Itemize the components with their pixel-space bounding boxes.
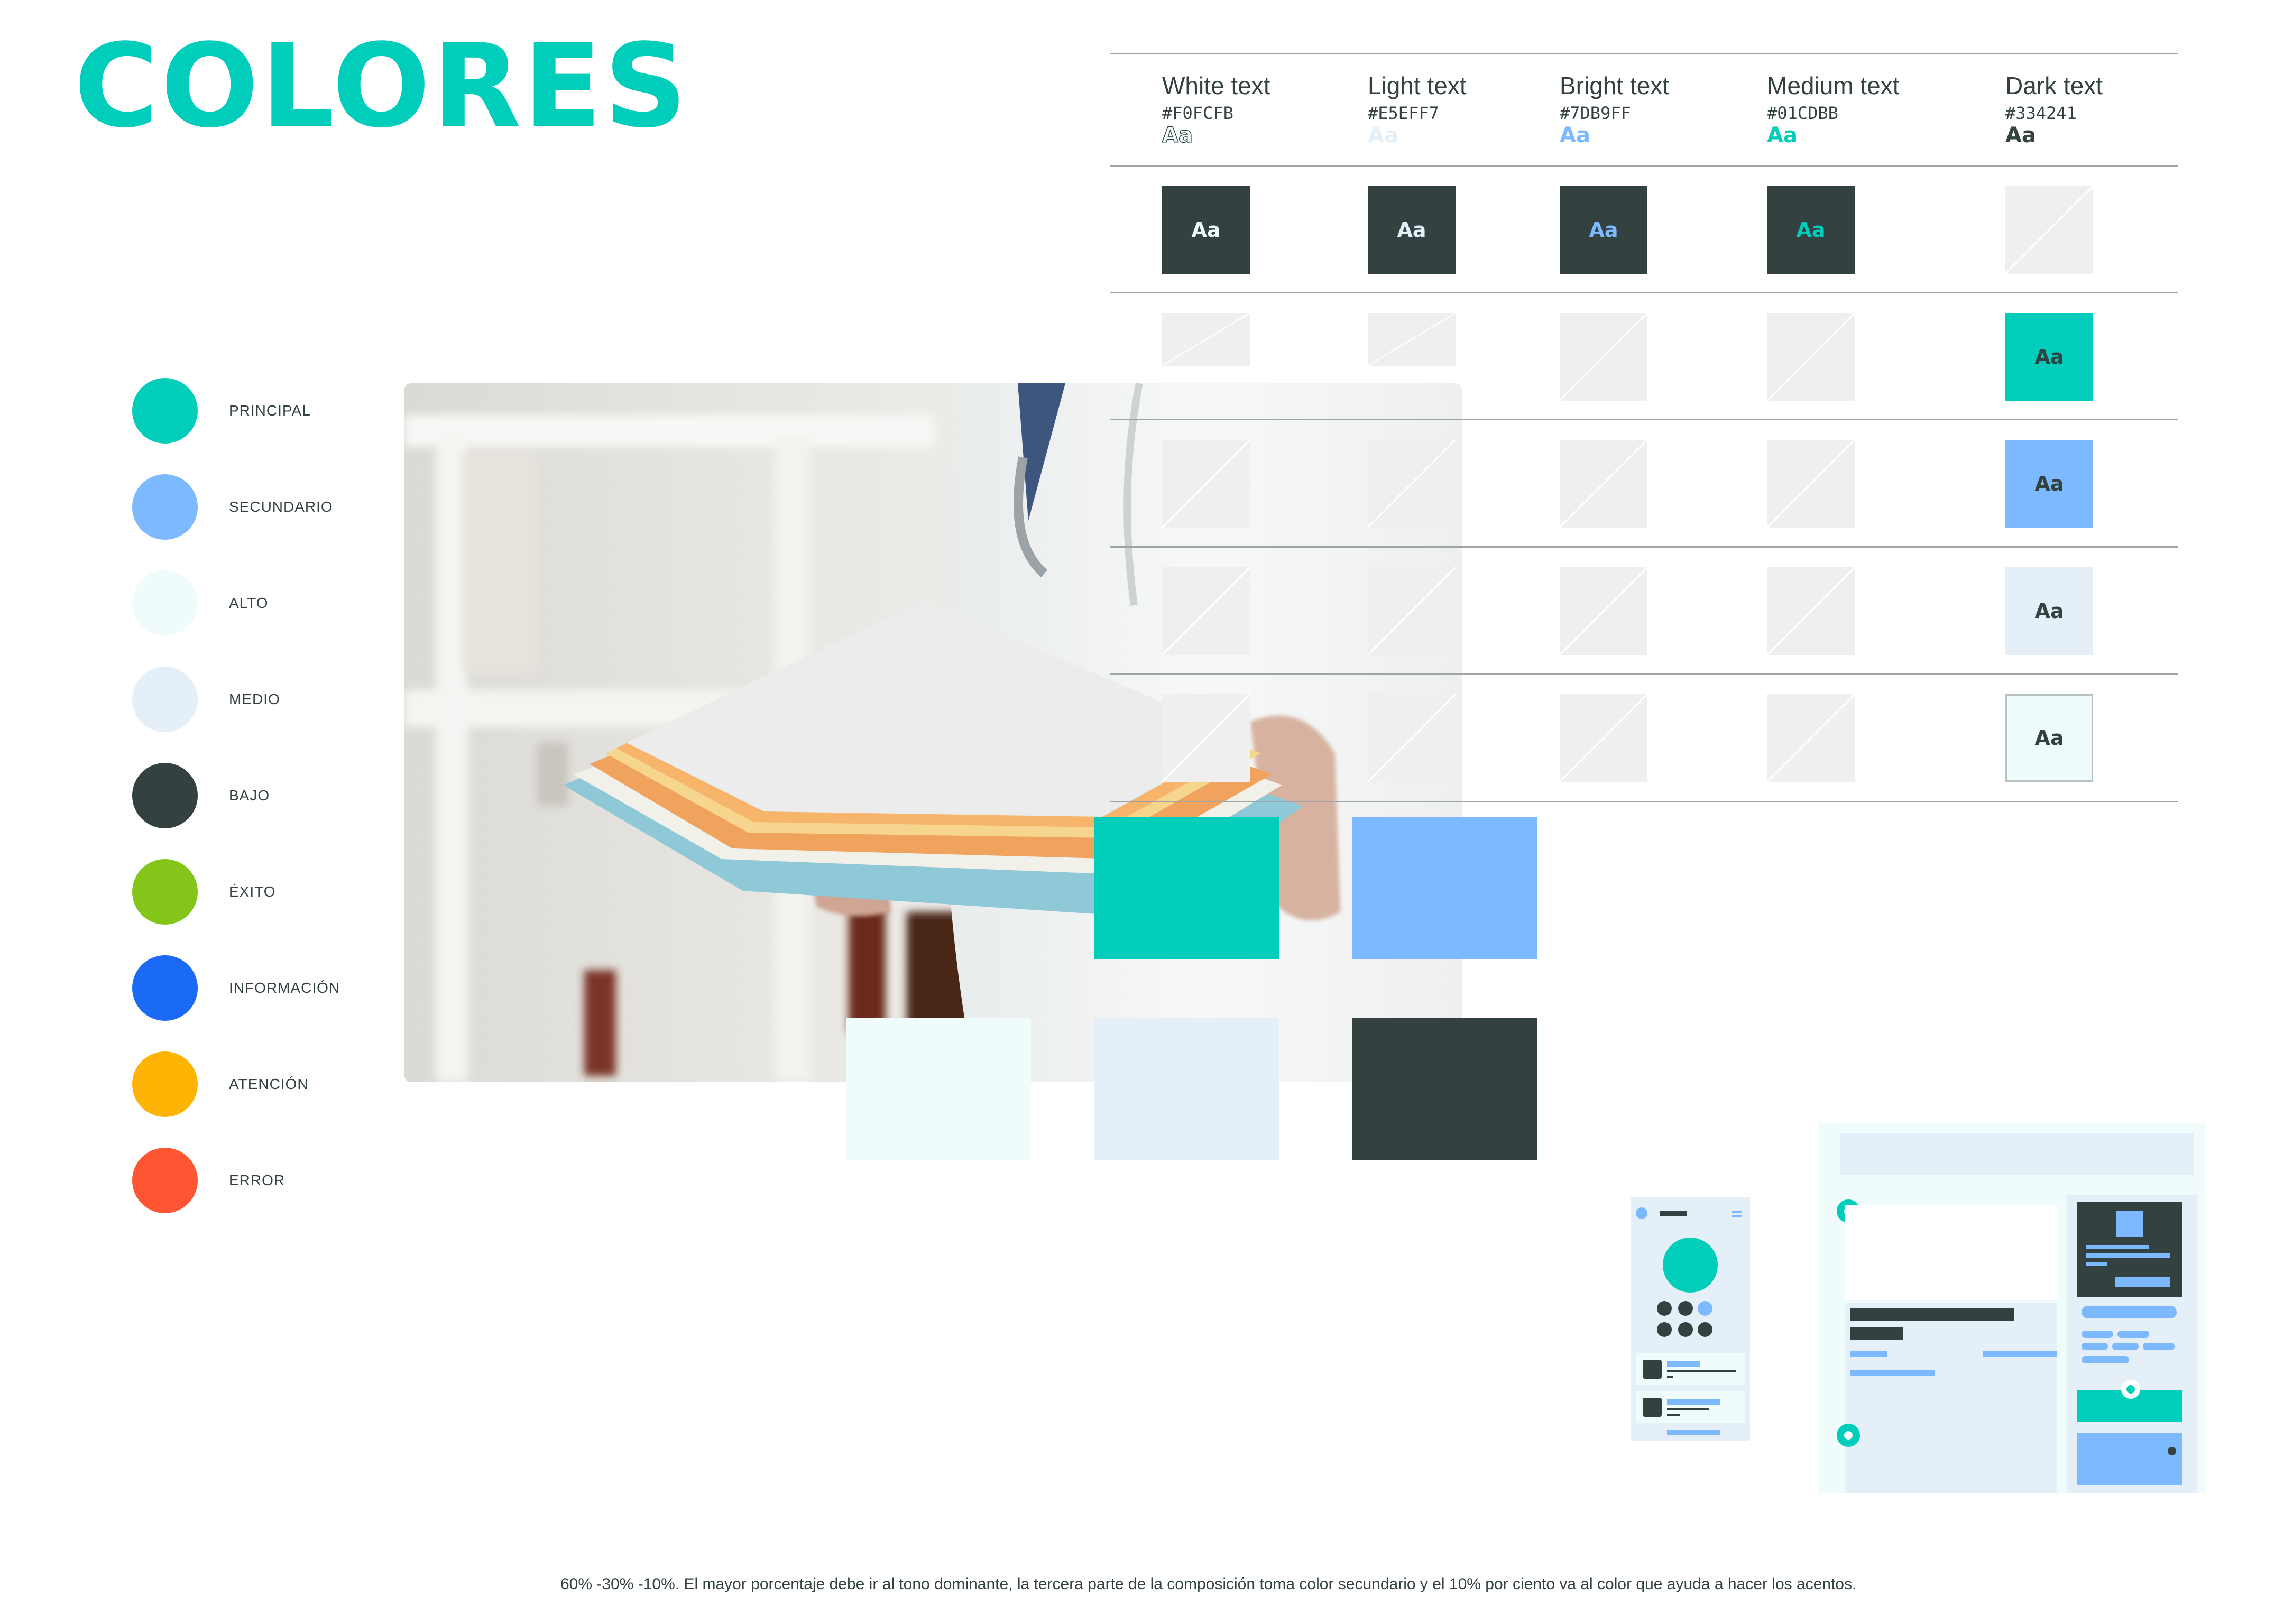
table-divider — [1110, 419, 2178, 420]
palette-label: ALTO — [229, 595, 269, 611]
contrast-not-applicable — [1767, 567, 1855, 655]
palette-item: ÉXITO — [132, 859, 397, 925]
color-dot — [132, 763, 198, 828]
contrast-not-applicable — [1368, 567, 1456, 655]
color-swatch — [1352, 1018, 1537, 1160]
contrast-not-applicable — [1162, 694, 1250, 782]
contrast-not-applicable — [1560, 567, 1647, 655]
contrast-not-applicable — [1162, 313, 1250, 366]
column-header: Light text #E5EFF7 Aa — [1368, 71, 1467, 147]
palette-item: MEDIO — [132, 667, 397, 732]
contrast-not-applicable — [1368, 440, 1456, 528]
table-divider — [1110, 53, 2178, 54]
table-divider — [1110, 292, 2178, 293]
table-divider — [1110, 546, 2178, 548]
color-swatch — [1094, 1018, 1279, 1160]
color-swatch — [846, 1018, 1031, 1160]
column-hex: #334241 — [2005, 103, 2077, 123]
palette-item: PRINCIPAL — [132, 378, 397, 444]
color-swatch — [1094, 817, 1279, 959]
palette-label: SECUNDARIO — [229, 499, 333, 515]
column-header: Dark text #334241 Aa — [2005, 71, 2103, 147]
column-name: Bright text — [1560, 72, 1670, 99]
contrast-sample: Aa — [2005, 567, 2093, 655]
palette-label: ATENCIÓN — [229, 1076, 309, 1092]
column-sample: Aa — [1162, 123, 1193, 148]
footer-note: 60% -30% -10%. El mayor porcentaje debe … — [560, 1575, 1857, 1593]
palette-label: ERROR — [229, 1172, 286, 1188]
palette-item: ATENCIÓN — [132, 1051, 397, 1117]
contrast-not-applicable — [1767, 440, 1855, 528]
color-dot — [132, 570, 198, 636]
column-header: Bright text #7DB9FF Aa — [1560, 71, 1669, 147]
palette-item: ERROR — [132, 1148, 397, 1213]
column-header: Medium text #01CDBB Aa — [1767, 71, 1900, 147]
contrast-sample: Aa — [1767, 186, 1855, 274]
contrast-sample: Aa — [2005, 694, 2093, 782]
column-hex: #7DB9FF — [1560, 103, 1631, 123]
column-name: White text — [1162, 72, 1270, 99]
palette-item: INFORMACIÓN — [132, 955, 397, 1021]
column-sample: Aa — [1767, 123, 1798, 147]
column-sample: Aa — [2005, 123, 2036, 147]
color-dot — [132, 1051, 198, 1117]
table-divider — [1110, 801, 2178, 802]
palette-label: BAJO — [229, 787, 270, 804]
color-dot — [132, 667, 198, 732]
contrast-not-applicable — [1560, 694, 1647, 782]
column-hex: #E5EFF7 — [1368, 103, 1439, 123]
column-sample: Aa — [1368, 123, 1398, 147]
hero-photo — [404, 383, 1462, 1082]
color-dot — [132, 859, 198, 925]
table-divider — [1110, 673, 2178, 675]
palette-label: INFORMACIÓN — [229, 980, 340, 996]
palette-label: PRINCIPAL — [229, 402, 311, 419]
column-sample: Aa — [1560, 123, 1590, 147]
palette-item: BAJO — [132, 763, 397, 828]
contrast-sample: Aa — [2005, 440, 2093, 528]
column-hex: #F0FCFB — [1162, 103, 1233, 123]
contrast-not-applicable — [1560, 440, 1647, 528]
contrast-not-applicable — [1767, 313, 1855, 401]
table-divider — [1110, 165, 2178, 167]
color-dot — [132, 955, 198, 1021]
color-dot — [132, 1148, 198, 1213]
palette-label: MEDIO — [229, 691, 280, 707]
contrast-not-applicable — [1162, 440, 1250, 528]
column-name: Dark text — [2005, 72, 2103, 99]
page-title: COLORES — [74, 20, 689, 153]
color-dot — [132, 378, 198, 444]
color-dot — [132, 474, 198, 540]
contrast-sample: Aa — [1368, 186, 1456, 274]
column-header: White text #F0FCFB Aa — [1162, 71, 1270, 148]
contrast-not-applicable — [1368, 313, 1456, 366]
contrast-not-applicable — [1767, 694, 1855, 782]
contrast-not-applicable — [2005, 186, 2093, 274]
contrast-not-applicable — [1162, 567, 1250, 655]
desktop-mockup — [1819, 1123, 2205, 1493]
column-name: Light text — [1368, 72, 1467, 99]
column-hex: #01CDBB — [1767, 103, 1838, 123]
palette-item: ALTO — [132, 570, 397, 636]
palette-label: ÉXITO — [229, 883, 276, 900]
palette-item: SECUNDARIO — [132, 474, 397, 540]
contrast-not-applicable — [1368, 694, 1456, 782]
contrast-sample: Aa — [1162, 186, 1250, 274]
color-swatch — [1352, 817, 1537, 959]
contrast-not-applicable — [1560, 313, 1647, 401]
contrast-sample: Aa — [2005, 313, 2093, 401]
mobile-mockup — [1631, 1197, 1750, 1441]
contrast-sample: Aa — [1560, 186, 1647, 274]
column-name: Medium text — [1767, 72, 1900, 99]
